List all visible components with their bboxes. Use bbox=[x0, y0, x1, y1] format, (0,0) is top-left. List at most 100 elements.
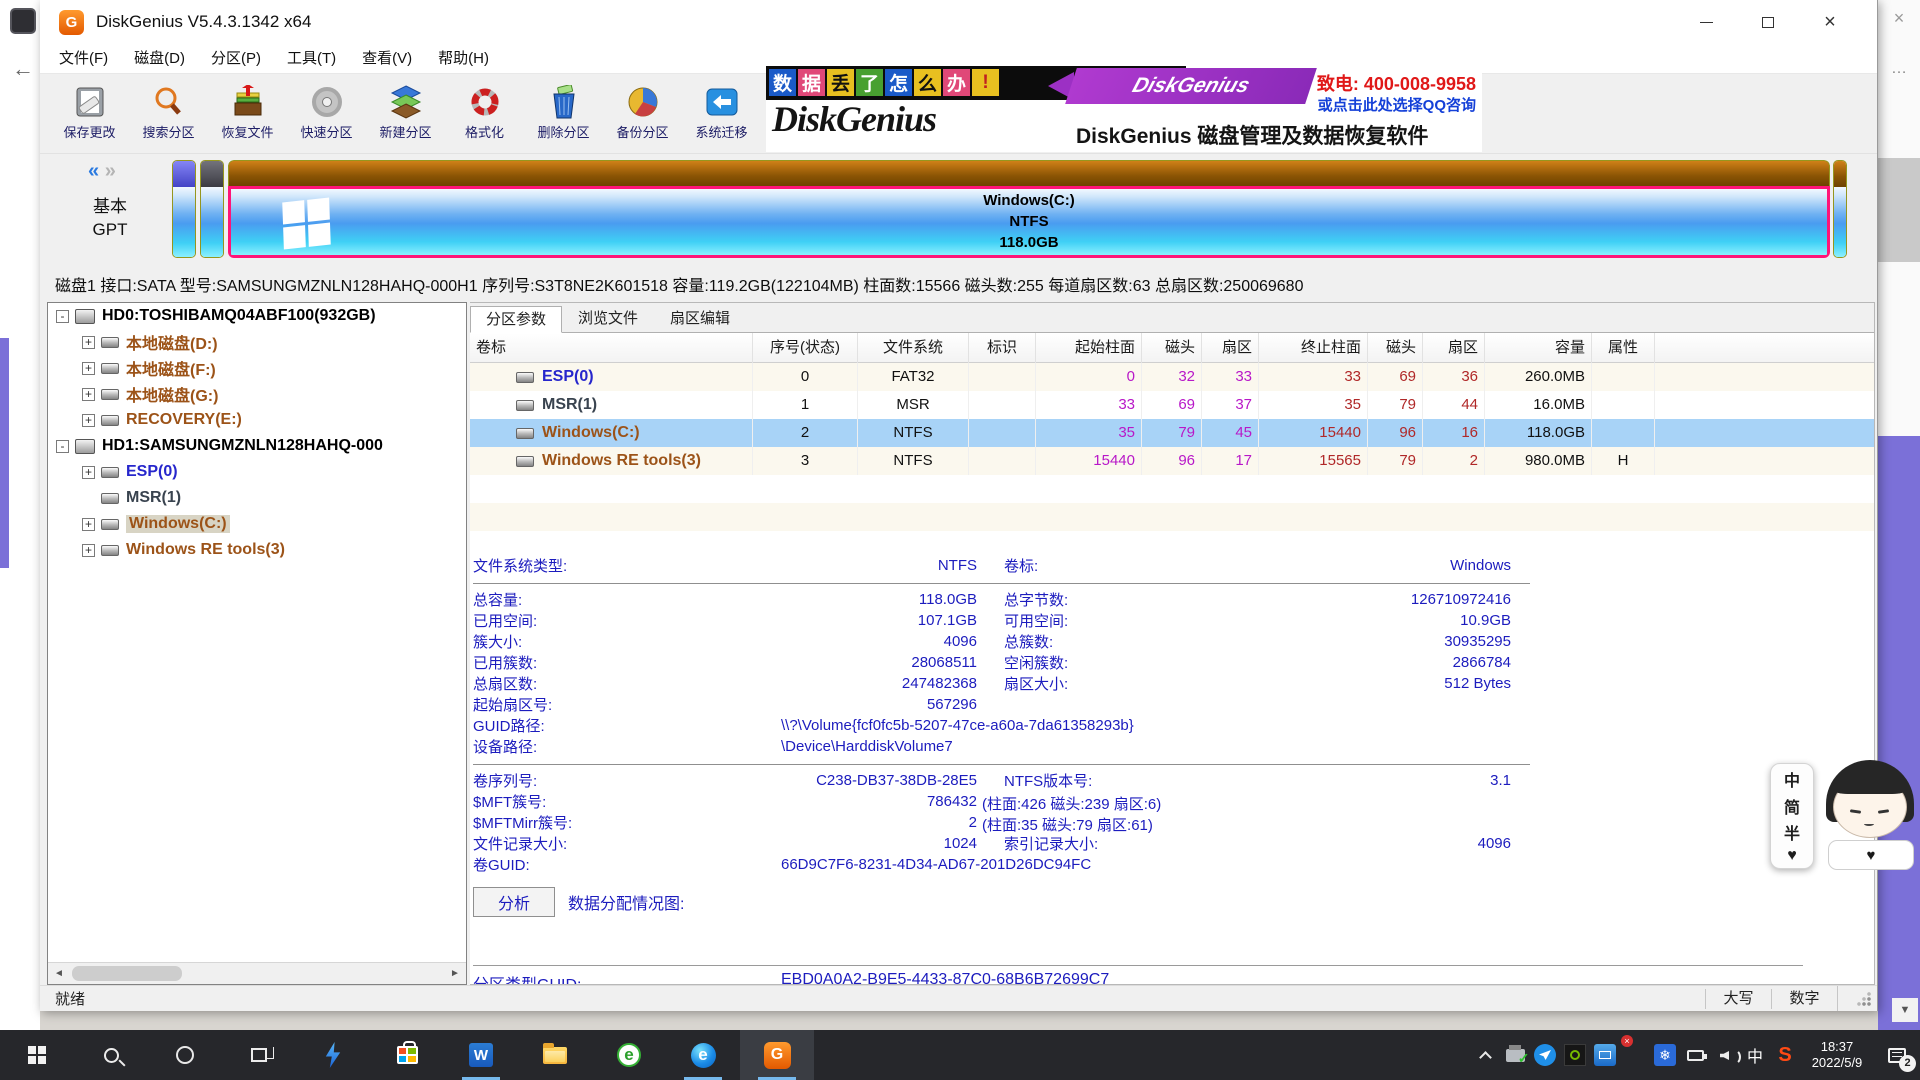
tree-horizontal-scrollbar[interactable]: ◄ ► bbox=[48, 962, 466, 984]
taskbar-edge-app[interactable]: e bbox=[666, 1030, 740, 1080]
tree-item-msr[interactable]: MSR(1) bbox=[48, 485, 466, 511]
ad-qq-link[interactable]: 或点击此处选择QQ咨询 bbox=[1318, 94, 1476, 115]
table-row-windows-c-selected[interactable]: Windows(C:) 2 NTFS 35 79 45 15440 96 16 … bbox=[470, 419, 1874, 447]
ime-simplified-indicator[interactable]: 简 bbox=[1784, 794, 1800, 818]
tray-intel-graphics[interactable] bbox=[1590, 1030, 1620, 1080]
ime-halfwidth-indicator[interactable]: 半 bbox=[1784, 820, 1800, 844]
col-start-sector[interactable]: 扇区 bbox=[1202, 333, 1259, 363]
search-partition-button[interactable]: 搜索分区 bbox=[129, 74, 208, 152]
table-row-msr[interactable]: MSR(1) 1 MSR 33 69 37 35 79 44 16.0MB bbox=[470, 391, 1874, 419]
quick-partition-button[interactable]: 快速分区 bbox=[287, 74, 366, 152]
notification-center-button[interactable]: 2 bbox=[1874, 1030, 1920, 1080]
col-index[interactable]: 序号(状态) bbox=[753, 333, 858, 363]
tray-ime-mode[interactable]: 中 bbox=[1740, 1030, 1770, 1080]
taskbar-word-app[interactable]: W bbox=[444, 1030, 518, 1080]
partition-block-esp[interactable] bbox=[172, 160, 196, 258]
background-app-icon[interactable] bbox=[10, 8, 36, 34]
tree-item-windows-c[interactable]: +Windows(C:) bbox=[48, 511, 466, 537]
resize-grip[interactable] bbox=[1837, 986, 1877, 1011]
cortana-button[interactable] bbox=[148, 1030, 222, 1080]
close-button[interactable]: × bbox=[1799, 0, 1861, 44]
col-end-cyl[interactable]: 终止柱面 bbox=[1259, 333, 1368, 363]
tree-item-recovery-e[interactable]: +RECOVERY(E:) bbox=[48, 407, 466, 433]
dropdown-arrow-icon[interactable]: ▼ bbox=[1892, 998, 1918, 1022]
partition-block-msr[interactable] bbox=[200, 160, 224, 258]
tree-item-local-g[interactable]: +本地磁盘(G:) bbox=[48, 381, 466, 407]
menu-help[interactable]: 帮助(H) bbox=[425, 44, 502, 74]
ime-lang-indicator[interactable]: 中 bbox=[1784, 767, 1800, 791]
tray-sogou[interactable]: S bbox=[1770, 1030, 1800, 1080]
heart-icon[interactable]: ♥ bbox=[1787, 847, 1797, 865]
prev-disk-arrow-icon[interactable]: « bbox=[88, 160, 99, 182]
tray-printer[interactable]: ✓ bbox=[1500, 1030, 1530, 1080]
expander-icon[interactable]: + bbox=[82, 466, 95, 479]
partition-block-re-tools[interactable] bbox=[1833, 160, 1847, 258]
taskbar-file-explorer[interactable] bbox=[518, 1030, 592, 1080]
expander-icon[interactable]: - bbox=[56, 310, 69, 323]
tree-item-esp[interactable]: +ESP(0) bbox=[48, 459, 466, 485]
back-arrow-icon[interactable]: ← bbox=[12, 56, 34, 82]
taskbar-store-app[interactable] bbox=[370, 1030, 444, 1080]
tree-item-windows-re[interactable]: +Windows RE tools(3) bbox=[48, 537, 466, 563]
format-button[interactable]: 格式化 bbox=[445, 74, 524, 152]
expander-icon[interactable]: + bbox=[82, 414, 95, 427]
tray-expand-button[interactable] bbox=[1470, 1030, 1500, 1080]
analyze-button[interactable]: 分析 bbox=[473, 887, 555, 917]
col-flag[interactable]: 标识 bbox=[969, 333, 1036, 363]
background-more-icon[interactable]: … bbox=[1878, 60, 1920, 78]
col-end-head[interactable]: 磁头 bbox=[1368, 333, 1423, 363]
tree-item-hd0[interactable]: -HD0:TOSHIBAMQ04ABF100(932GB) bbox=[48, 303, 466, 329]
taskbar-search-button[interactable] bbox=[74, 1030, 148, 1080]
background-close-icon[interactable]: × bbox=[1878, 8, 1920, 29]
col-volume[interactable]: 卷标 bbox=[470, 333, 753, 363]
tree-item-local-d[interactable]: +本地磁盘(D:) bbox=[48, 329, 466, 355]
expander-icon[interactable]: + bbox=[82, 362, 95, 375]
ime-status-pill[interactable]: 中 简 半 ♥ bbox=[1770, 763, 1814, 869]
tree-item-hd1[interactable]: -HD1:SAMSUNGMZNLN128HAHQ-000 bbox=[48, 433, 466, 459]
expander-icon[interactable]: + bbox=[82, 388, 95, 401]
scroll-left-arrow-icon[interactable]: ◄ bbox=[48, 963, 70, 984]
menu-file[interactable]: 文件(F) bbox=[46, 44, 121, 74]
titlebar[interactable]: G DiskGenius V5.4.3.1342 x64 × bbox=[40, 0, 1877, 44]
expander-icon[interactable]: + bbox=[82, 518, 95, 531]
tray-security[interactable]: × bbox=[1620, 1030, 1650, 1080]
menu-tools[interactable]: 工具(T) bbox=[274, 44, 349, 74]
taskbar-clock[interactable]: 18:37 2022/5/9 bbox=[1800, 1039, 1874, 1071]
expander-icon[interactable]: + bbox=[82, 544, 95, 557]
table-row-esp[interactable]: ESP(0) 0 FAT32 0 32 33 33 69 36 260.0MB bbox=[470, 363, 1874, 391]
menu-partition[interactable]: 分区(P) bbox=[198, 44, 274, 74]
scrollbar-thumb[interactable] bbox=[72, 966, 182, 981]
next-disk-arrow-icon[interactable]: » bbox=[105, 160, 116, 182]
taskbar-browser-app[interactable]: e bbox=[592, 1030, 666, 1080]
maximize-button[interactable] bbox=[1737, 0, 1799, 44]
expander-icon[interactable]: + bbox=[82, 336, 95, 349]
save-changes-button[interactable]: 保存更改 bbox=[50, 74, 129, 152]
tray-volume[interactable] bbox=[1710, 1030, 1740, 1080]
tab-partition-params[interactable]: 分区参数 bbox=[470, 306, 562, 333]
tab-sector-edit[interactable]: 扇区编辑 bbox=[654, 305, 746, 332]
menu-disk[interactable]: 磁盘(D) bbox=[121, 44, 198, 74]
scroll-right-arrow-icon[interactable]: ► bbox=[444, 963, 466, 984]
col-attr[interactable]: 属性 bbox=[1592, 333, 1655, 363]
minimize-button[interactable] bbox=[1675, 0, 1737, 44]
col-filesystem[interactable]: 文件系统 bbox=[858, 333, 969, 363]
expander-icon[interactable]: - bbox=[56, 440, 69, 453]
system-migration-button[interactable]: 系统迁移 bbox=[682, 74, 761, 152]
delete-partition-button[interactable]: 删除分区 bbox=[524, 74, 603, 152]
tab-browse-files[interactable]: 浏览文件 bbox=[562, 305, 654, 332]
tray-messenger[interactable] bbox=[1530, 1030, 1560, 1080]
tray-freeze-tool[interactable]: ❄ bbox=[1650, 1030, 1680, 1080]
tree-item-local-f[interactable]: +本地磁盘(F:) bbox=[48, 355, 466, 381]
col-capacity[interactable]: 容量 bbox=[1485, 333, 1592, 363]
tray-nvidia[interactable] bbox=[1560, 1030, 1590, 1080]
menu-view[interactable]: 查看(V) bbox=[349, 44, 425, 74]
tray-power[interactable] bbox=[1680, 1030, 1710, 1080]
col-end-sector[interactable]: 扇区 bbox=[1423, 333, 1485, 363]
partition-block-windows-c[interactable]: Windows(C:) NTFS 118.0GB bbox=[228, 160, 1830, 258]
ad-banner[interactable]: 数 据 丢 了 怎 么 办 ! DiskGenius DiskGenius 致电… bbox=[766, 66, 1482, 152]
task-view-button[interactable] bbox=[222, 1030, 296, 1080]
backup-partition-button[interactable]: 备份分区 bbox=[603, 74, 682, 152]
recover-files-button[interactable]: 恢复文件 bbox=[208, 74, 287, 152]
new-partition-button[interactable]: 新建分区 bbox=[366, 74, 445, 152]
taskbar-diskgenius-app[interactable]: G bbox=[740, 1030, 814, 1080]
